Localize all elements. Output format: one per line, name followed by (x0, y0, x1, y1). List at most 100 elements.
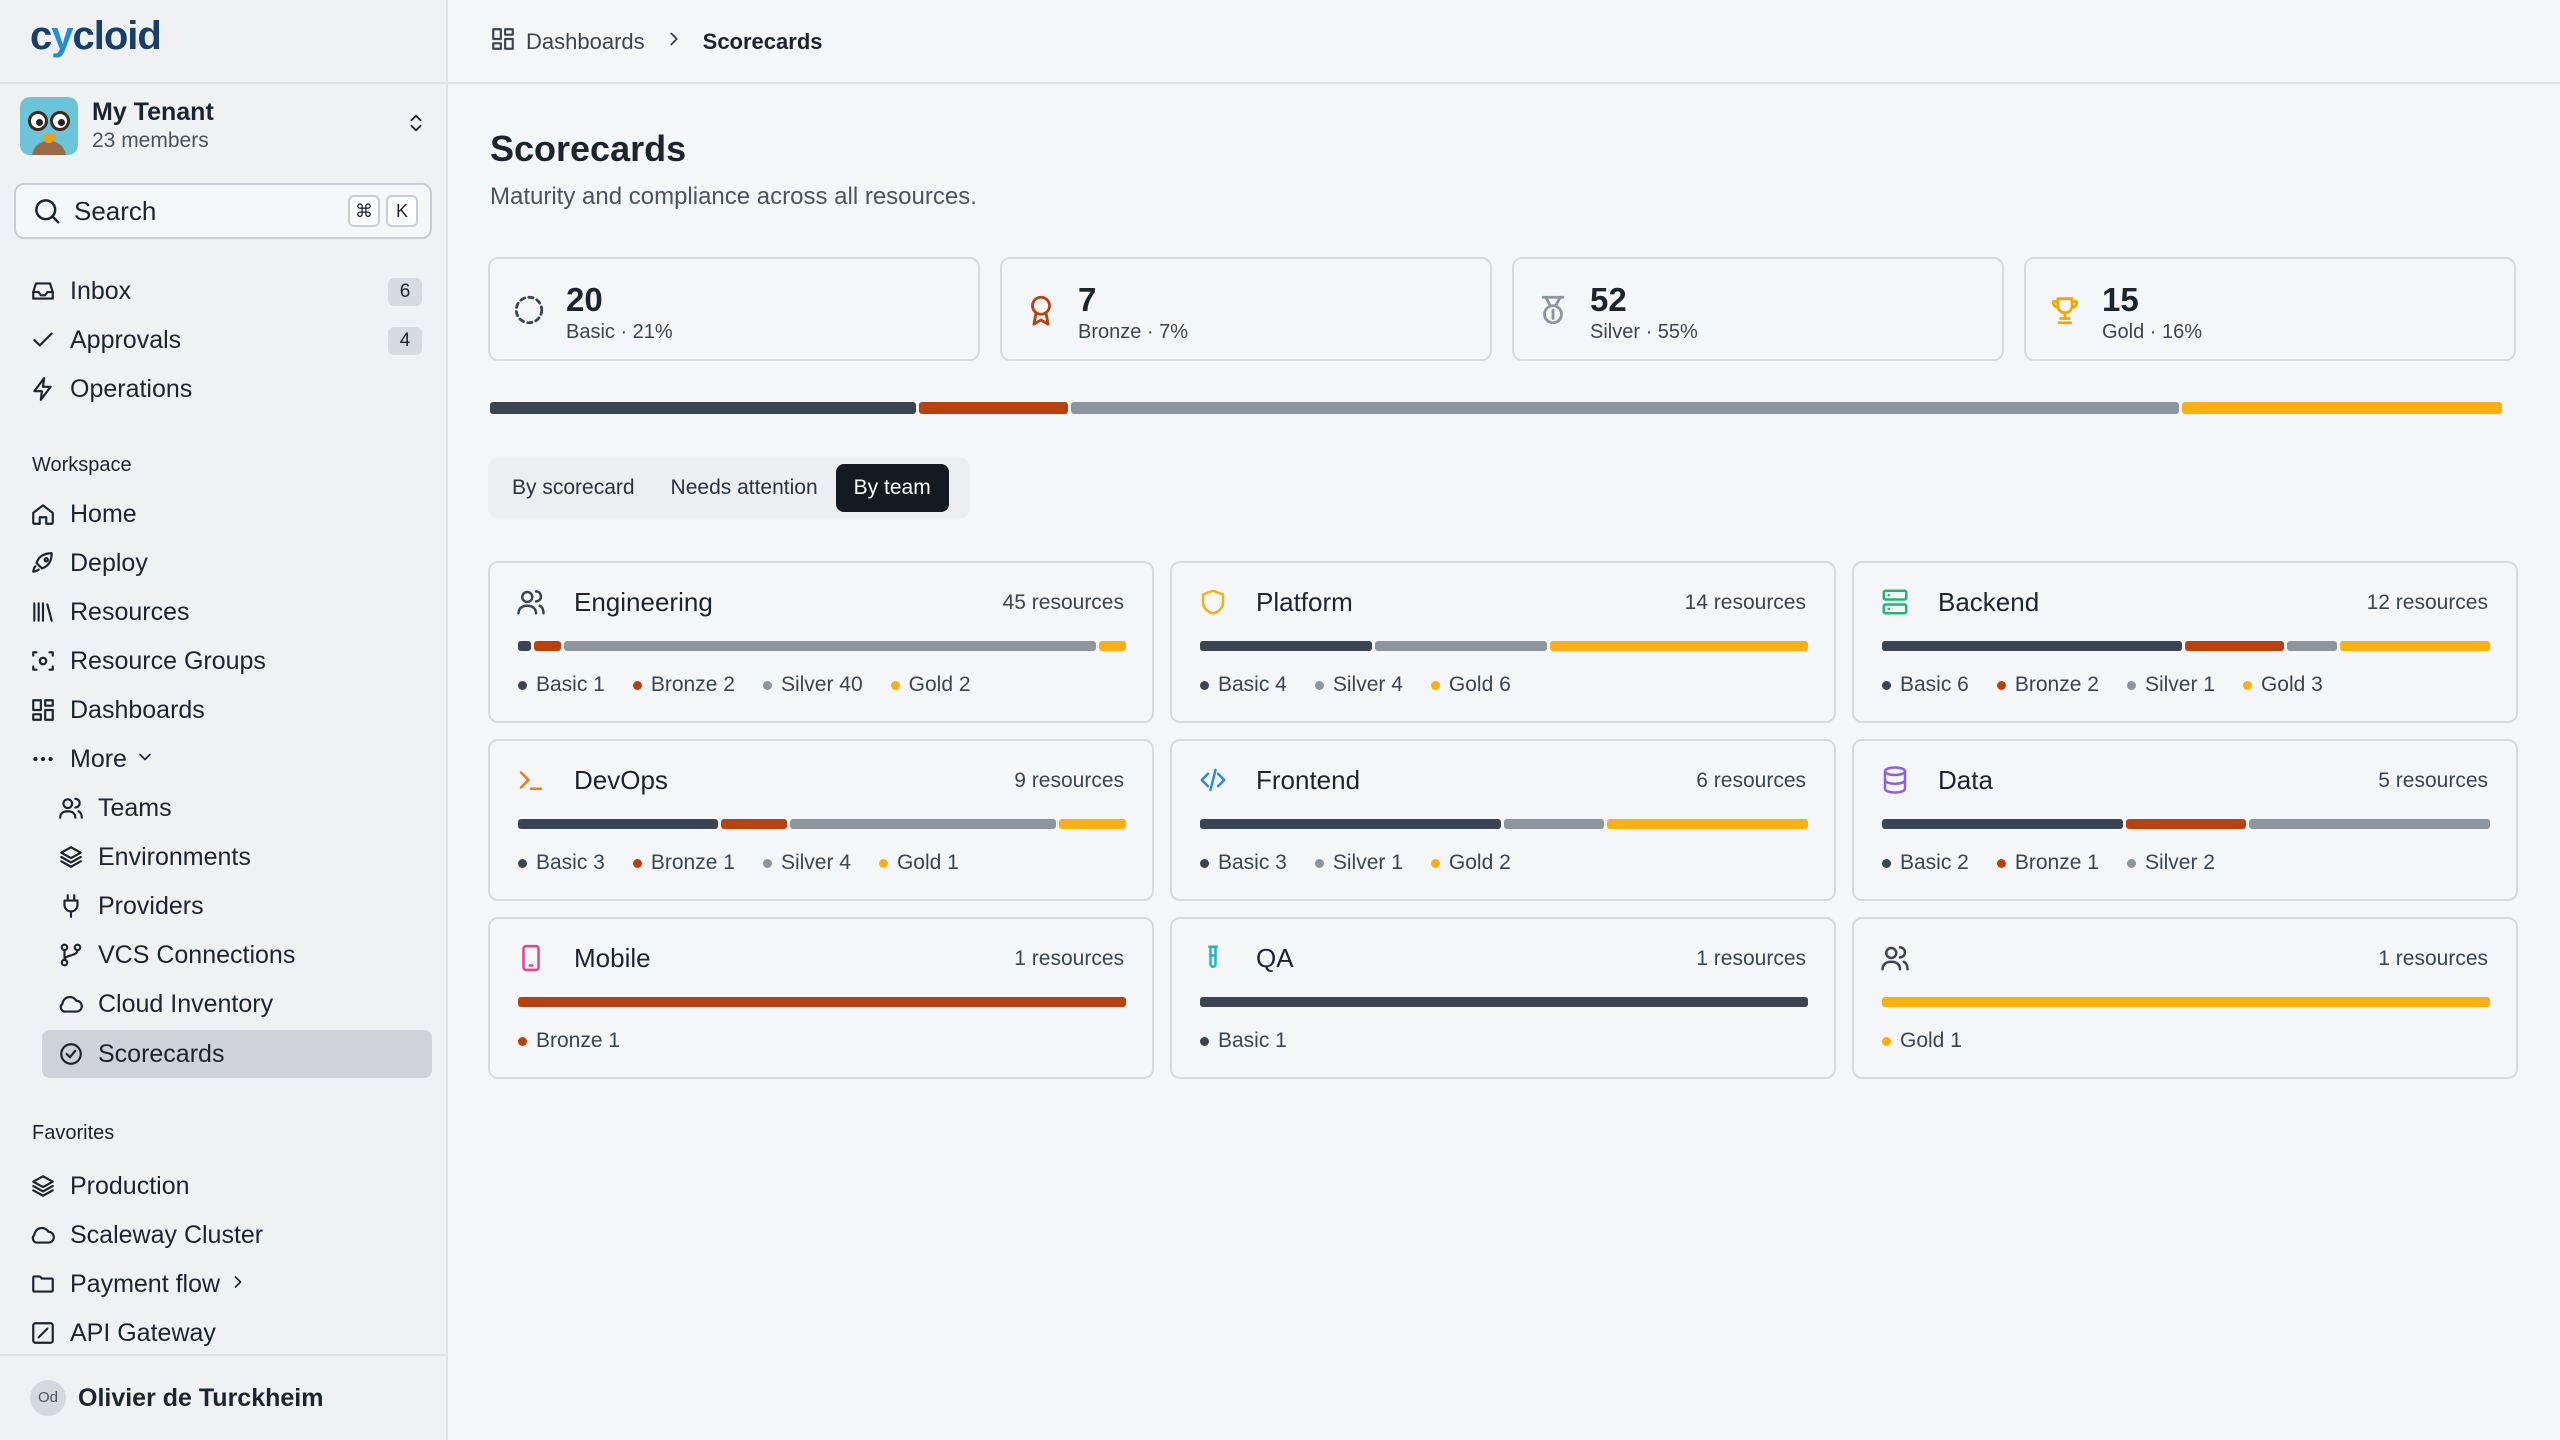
sidebar-item-home[interactable]: Home (30, 491, 422, 537)
overall-segment-bronze (919, 402, 1069, 414)
team-bar-segment-silver (1375, 641, 1547, 651)
team-level-bar (1882, 819, 2490, 829)
stat-card-bronze: 7 Bronze · 7% (1000, 257, 1492, 361)
trophy-icon (2048, 293, 2082, 332)
team-name: Frontend (1256, 765, 1361, 795)
users-icon (1880, 943, 1910, 973)
sidebar-item-label: Deploy (70, 548, 148, 577)
stat-card-silver: 52 Silver · 55% (1512, 257, 2004, 361)
square-pen-icon (30, 1320, 56, 1346)
team-resource-count: 1 resources (1696, 947, 1806, 970)
team-card-backend[interactable]: Backend 12 resources Basic 6 Bronze 2 Silver… (1852, 561, 2518, 723)
favorite-item-production[interactable]: Production (30, 1163, 422, 1209)
sidebar-item-teams[interactable]: Teams (58, 785, 422, 831)
tenant-switcher[interactable]: My Tenant 23 members (20, 94, 428, 158)
sidebar-item-operations[interactable]: Operations (30, 366, 422, 412)
cloud-icon (30, 1222, 56, 1248)
cycloid-logo[interactable]: cycloid (30, 14, 162, 66)
team-bar-segment-silver (2249, 819, 2490, 829)
legend-item-gold: Gold 1 (1882, 1029, 1962, 1053)
team-card-data[interactable]: Data 5 resources Basic 2 Bronze 1 Silver 2 (1852, 739, 2518, 901)
legend-label: Bronze 1 (650, 851, 735, 874)
sidebar-item-resources[interactable]: Resources (30, 589, 422, 635)
team-level-bar (1200, 819, 1808, 829)
search-icon (35, 199, 60, 224)
legend-label: Bronze 2 (650, 673, 735, 696)
page-title: Scorecards (490, 128, 687, 169)
sidebar-divider (0, 82, 446, 84)
tab-by-team[interactable]: By team (835, 464, 949, 512)
team-level-legend: Basic 1 (1200, 1029, 1315, 1053)
legend-dot (878, 858, 888, 868)
stat-value: 15 (2102, 281, 2139, 318)
favorite-item-scaleway-cluster[interactable]: Scaleway Cluster (30, 1212, 422, 1258)
legend-dot (632, 858, 642, 868)
team-bar-segment-basic (1200, 819, 1501, 829)
sidebar: cycloid My Tenant 23 members Search ⌘ K … (0, 0, 448, 1440)
favorites-section-label: Favorites (32, 1122, 115, 1144)
team-bar-segment-basic (1200, 641, 1372, 651)
legend-label: Gold 6 (1448, 673, 1511, 696)
sidebar-item-label: Teams (98, 793, 172, 822)
sidebar-item-approvals[interactable]: Approvals 4 (30, 317, 422, 363)
check-icon (30, 327, 56, 353)
tenant-avatar (20, 97, 78, 155)
legend-label: Basic 3 (536, 851, 605, 874)
team-name: DevOps (574, 765, 668, 795)
tab-needs-attention[interactable]: Needs attention (653, 464, 836, 512)
sidebar-item-more[interactable]: More (30, 736, 422, 782)
search-button[interactable]: Search ⌘ K (14, 183, 432, 239)
sidebar-item-cloud-inventory[interactable]: Cloud Inventory (58, 981, 422, 1027)
sidebar-item-scorecards[interactable]: Scorecards (42, 1030, 432, 1078)
breadcrumb: Dashboards Scorecards (490, 26, 823, 58)
user-menu[interactable]: Od Olivier de Turckheim (30, 1376, 323, 1420)
medal-icon (1536, 293, 1570, 332)
team-level-bar (1200, 641, 1808, 651)
team-name: Platform (1256, 587, 1353, 617)
team-bar-segment-bronze (2125, 819, 2247, 829)
legend-label: Basic 2 (1900, 851, 1969, 874)
tab-by-scorecard[interactable]: By scorecard (494, 464, 653, 512)
team-bar-segment-gold (1607, 819, 1808, 829)
bolt-icon (30, 376, 56, 402)
home-icon (30, 501, 56, 527)
legend-item-bronze: Bronze 2 (632, 673, 735, 697)
sidebar-item-vcs-connections[interactable]: VCS Connections (58, 932, 422, 978)
favorite-item-payment-flow[interactable]: Payment flow (30, 1261, 422, 1307)
team-level-legend: Basic 4 Silver 4 Gold 6 (1200, 673, 1539, 697)
database-icon (1880, 765, 1910, 795)
sidebar-item-providers[interactable]: Providers (58, 883, 422, 929)
legend-item-basic: Basic 2 (1882, 851, 1969, 875)
sidebar-item-label: Resource Groups (70, 646, 266, 675)
sidebar-item-resource-groups[interactable]: Resource Groups (30, 638, 422, 684)
team-level-legend: Basic 2 Bronze 1 Silver 2 (1882, 851, 2243, 875)
sidebar-item-inbox[interactable]: Inbox 6 (30, 268, 422, 314)
legend-item-basic: Basic 4 (1200, 673, 1287, 697)
legend-label: Basic 3 (1218, 851, 1287, 874)
stat-label: Bronze · 7% (1078, 321, 1189, 343)
legend-label: Silver 2 (2144, 851, 2215, 874)
tenant-members: 23 members (92, 129, 209, 152)
team-card-frontend[interactable]: Frontend 6 resources Basic 3 Silver 1 Gold 2 (1170, 739, 1836, 901)
team-card-unnamed[interactable]: 1 resources Gold 1 (1852, 917, 2518, 1079)
legend-item-basic: Basic 3 (1200, 851, 1287, 875)
sidebar-item-dashboards[interactable]: Dashboards (30, 687, 422, 733)
favorite-item-api-gateway[interactable]: API Gateway (30, 1310, 422, 1356)
chevron-right-icon (228, 1270, 248, 1299)
sidebar-item-label: Inbox (70, 276, 132, 305)
team-card-mobile[interactable]: Mobile 1 resources Bronze 1 (488, 917, 1154, 1079)
folder-icon (30, 1271, 56, 1297)
sidebar-item-label: Operations (70, 374, 193, 403)
legend-item-silver: Silver 2 (2126, 851, 2215, 875)
sidebar-item-deploy[interactable]: Deploy (30, 540, 422, 586)
sidebar-item-environments[interactable]: Environments (58, 834, 422, 880)
team-card-devops[interactable]: DevOps 9 resources Basic 3 Bronze 1 Silver 4… (488, 739, 1154, 901)
team-level-legend: Gold 1 (1882, 1029, 1990, 1053)
team-card-platform[interactable]: Platform 14 resources Basic 4 Silver 4 Gold … (1170, 561, 1836, 723)
sidebar-item-label: Dashboards (70, 695, 205, 724)
legend-dot (518, 680, 527, 690)
team-card-qa[interactable]: QA 1 resources Basic 1 (1170, 917, 1836, 1079)
breadcrumb-dashboards-link[interactable]: Dashboards (526, 29, 645, 55)
team-card-engineering[interactable]: Engineering 45 resources Basic 1 Bronze 2 Si… (488, 561, 1154, 723)
sidebar-item-label: API Gateway (70, 1318, 216, 1347)
